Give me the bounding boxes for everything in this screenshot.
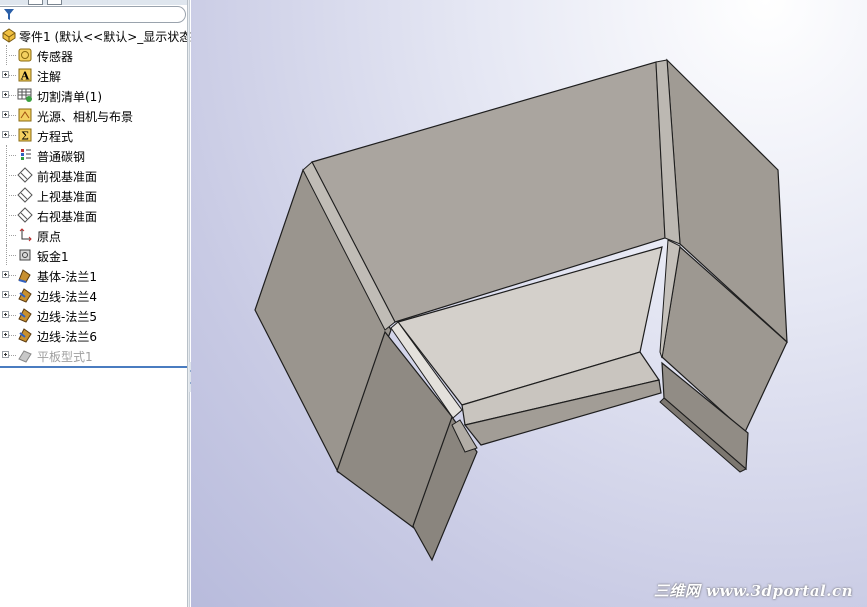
tree-connector [9, 355, 16, 356]
tree-item-label: 普通碳钢 [37, 150, 86, 164]
tree-item-label: 上视基准面 [37, 190, 98, 204]
material-icon [21, 149, 31, 160]
plane-icon [17, 167, 33, 183]
tree-connector [9, 295, 16, 296]
expand-toggle[interactable] [2, 271, 9, 278]
tree-line [6, 185, 8, 205]
tree-item-label: 平板型式1 [37, 350, 93, 364]
tree-item-label: 边线-法兰5 [37, 310, 97, 324]
plane-icon [17, 187, 33, 203]
equations-icon: Σ [18, 128, 32, 143]
tree-item[interactable]: 右视基准面 [0, 205, 187, 225]
flat-pattern-icon [18, 350, 32, 363]
part-icon [2, 28, 16, 43]
tree-item[interactable]: 光源、相机与布景 [0, 105, 187, 125]
tree-connector [9, 135, 16, 136]
tree-connector [9, 255, 16, 256]
tree-item[interactable]: 原点 [0, 225, 187, 245]
tree-item[interactable]: 钣金1 [0, 245, 187, 265]
expand-toggle[interactable] [2, 351, 9, 358]
tree-item[interactable]: 前视基准面 [0, 165, 187, 185]
sheet-metal-model[interactable] [191, 0, 867, 607]
tree-item-label: 光源、相机与布景 [37, 110, 134, 124]
tree-item-label: 原点 [37, 230, 62, 244]
tree-item-label: 切割清单(1) [37, 90, 102, 104]
tree-line [6, 245, 8, 265]
tree-item-label: 基体-法兰1 [37, 270, 97, 284]
annotation-icon: A [18, 68, 32, 83]
tree-connector [9, 115, 16, 116]
tree-item[interactable]: 上视基准面 [0, 185, 187, 205]
tree-item-label: 传感器 [37, 50, 74, 64]
tree-item-label: 注解 [37, 70, 62, 84]
base-flange-icon [18, 269, 31, 283]
tree-item[interactable]: 边线-法兰4 [0, 285, 187, 305]
expand-toggle[interactable] [2, 71, 9, 78]
lights-cameras-icon [18, 108, 32, 122]
property-manager-tab[interactable] [28, 0, 43, 5]
tree-root-label: 零件1 (默认<<默认>_显示状态 [19, 30, 192, 44]
tree-item-label: 边线-法兰6 [37, 330, 97, 344]
cut-list-icon [17, 88, 32, 102]
tree-item[interactable]: 基体-法兰1 [0, 265, 187, 285]
edge-flange-icon [18, 288, 32, 303]
svg-text:A: A [20, 70, 30, 83]
origin-icon [19, 228, 32, 242]
tree-line [6, 165, 8, 185]
tree-item[interactable]: 切割清单(1) [0, 85, 187, 105]
tree-connector [9, 55, 16, 56]
tree-item[interactable]: 平板型式1 [0, 345, 187, 365]
expand-toggle[interactable] [2, 311, 9, 318]
tree-item[interactable]: 边线-法兰6 [0, 325, 187, 345]
tree-connector [9, 75, 16, 76]
tree-line [6, 225, 8, 245]
tree-connector [9, 235, 16, 236]
tree-rollback-bar[interactable] [0, 366, 187, 368]
tree-line [6, 45, 8, 65]
graphics-viewport[interactable]: 三维网 www.3dportal.cn [191, 0, 867, 607]
tree-item[interactable]: 传感器 [0, 45, 187, 65]
tree-connector [9, 215, 16, 216]
tree-connector [9, 95, 16, 96]
panel-splitter[interactable] [187, 0, 190, 607]
edge-flange-icon [18, 328, 32, 343]
tree-connector [9, 175, 16, 176]
plane-icon [17, 207, 33, 223]
svg-text:Σ: Σ [21, 130, 29, 143]
configuration-manager-tab[interactable] [47, 0, 62, 5]
feature-manager-panel: 零件1 (默认<<默认>_显示状态 传感器 A 注解 切割清单(1) 光源、相机与布景 Σ… [0, 0, 191, 607]
tree-item-label: 边线-法兰4 [37, 290, 97, 304]
tree-item[interactable]: 边线-法兰5 [0, 305, 187, 325]
tree-item-label: 钣金1 [37, 250, 69, 264]
filter-icon [4, 9, 14, 20]
watermark-text: 三维网 www.3dportal.cn [653, 582, 853, 600]
tree-root-part[interactable]: 零件1 (默认<<默认>_显示状态 [0, 25, 191, 45]
expand-toggle[interactable] [2, 331, 9, 338]
panel-tab-strip [0, 0, 187, 5]
tree-item[interactable]: Σ 方程式 [0, 125, 187, 145]
expand-toggle[interactable] [2, 111, 9, 118]
tree-item[interactable]: 普通碳钢 [0, 145, 187, 165]
tree-item-label: 前视基准面 [37, 170, 98, 184]
tree-connector [9, 315, 16, 316]
tree-item-label: 方程式 [37, 130, 74, 144]
expand-toggle[interactable] [2, 291, 9, 298]
expand-toggle[interactable] [2, 131, 9, 138]
tree-connector [9, 195, 16, 196]
sensor-icon [18, 48, 32, 62]
sheet-metal-icon [19, 249, 31, 261]
tree-line [6, 145, 8, 165]
expand-toggle[interactable] [2, 91, 9, 98]
tree-item-label: 右视基准面 [37, 210, 98, 224]
tree-item[interactable]: A 注解 [0, 65, 187, 85]
feature-filter-input[interactable] [0, 6, 186, 23]
tree-connector [9, 335, 16, 336]
edge-flange-icon [18, 308, 32, 323]
tree-line [6, 205, 8, 225]
tree-connector [9, 275, 16, 276]
tree-connector [9, 155, 16, 156]
